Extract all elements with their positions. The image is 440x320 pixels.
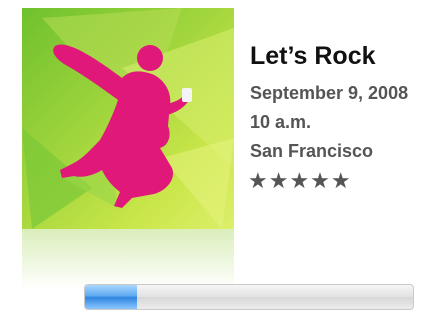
progress-fill — [85, 285, 138, 309]
rating-stars: ★★★★★ — [248, 168, 352, 193]
music-player-icon — [182, 88, 192, 102]
progress-bar — [84, 284, 414, 310]
event-date: September 9, 2008 — [250, 83, 409, 103]
event-location: San Francisco — [250, 141, 374, 161]
event-title: Let’s Rock — [250, 42, 376, 70]
artwork-graphic — [22, 8, 234, 229]
artwork-reflection — [22, 229, 234, 289]
album-artwork — [22, 8, 234, 229]
event-time: 10 a.m. — [250, 112, 312, 132]
